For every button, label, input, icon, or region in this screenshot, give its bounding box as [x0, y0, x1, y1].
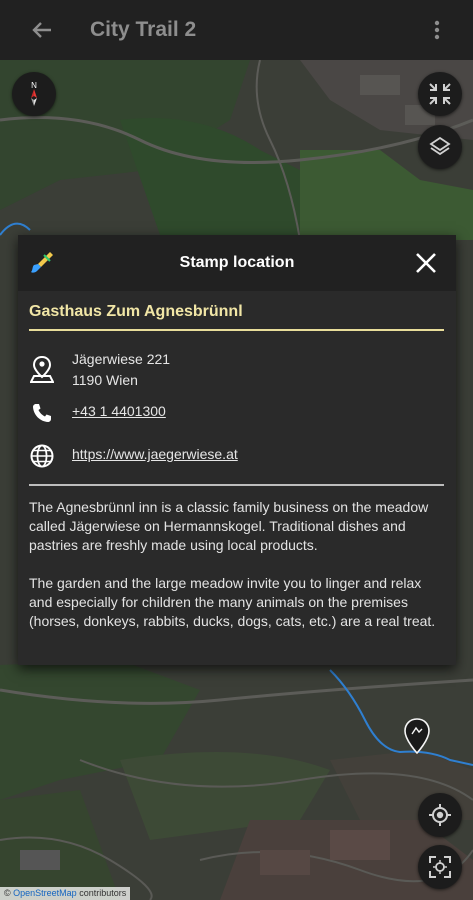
address-row: Jägerwiese 221 1190 Wien [18, 349, 170, 391]
app-bar: City Trail 2 [0, 0, 473, 60]
phone-icon [33, 404, 51, 422]
brush-icon-wrap [28, 249, 56, 277]
attribution-copyright: © [4, 888, 11, 898]
compass-button[interactable]: N [12, 72, 56, 116]
osm-link[interactable]: OpenStreetMap [13, 888, 77, 898]
arrow-left-icon [32, 22, 51, 38]
my-location-icon [429, 804, 451, 826]
dialog-header: Stamp location [18, 235, 456, 291]
description-paragraph-2: The garden and the large meadow invite y… [29, 575, 436, 629]
gps-crosshair-icon [429, 856, 451, 878]
locate-button[interactable] [418, 793, 462, 837]
layers-icon [429, 136, 451, 156]
fullscreen-exit-icon [429, 83, 451, 105]
more-vert-icon [434, 20, 440, 40]
place-name: Gasthaus Zum Agnesbrünnl [29, 303, 444, 331]
map-attribution: © OpenStreetMap contributors [0, 887, 131, 900]
dialog-title: Stamp location [179, 254, 295, 271]
content-divider [29, 484, 444, 486]
svg-text:N: N [31, 81, 37, 90]
globe-icon [30, 444, 54, 468]
compass-icon: N [31, 81, 37, 106]
layers-button[interactable] [418, 125, 462, 169]
paint-brush-icon [31, 252, 53, 273]
attribution-suffix: contributors [79, 888, 127, 898]
close-button[interactable] [412, 249, 440, 277]
close-icon [416, 253, 436, 273]
address-line-1: Jägerwiese 221 [72, 351, 171, 367]
more-options-button[interactable] [425, 15, 449, 45]
stamp-pin-icon[interactable] [404, 718, 430, 754]
back-button[interactable] [27, 15, 57, 45]
address-line-2: 1190 Wien [72, 372, 138, 388]
location-person-icon [30, 355, 54, 383]
gps-button[interactable] [418, 845, 462, 889]
description-paragraph-1: The Agnesbrünnl inn is a classic family … [29, 499, 429, 553]
description: The Agnesbrünnl inn is a classic family … [29, 498, 446, 650]
stamp-location-dialog: Stamp location Gasthaus Zum Agnesbrünnl … [18, 235, 456, 665]
phone-link[interactable]: +43 1 4401300 [72, 401, 166, 422]
phone-row: +43 1 4401300 [18, 401, 166, 423]
website-row: https://www.jaegerwiese.at [18, 444, 238, 468]
collapse-map-button[interactable] [418, 72, 462, 116]
website-link[interactable]: https://www.jaegerwiese.at [72, 444, 238, 465]
app-title: City Trail 2 [90, 18, 197, 41]
